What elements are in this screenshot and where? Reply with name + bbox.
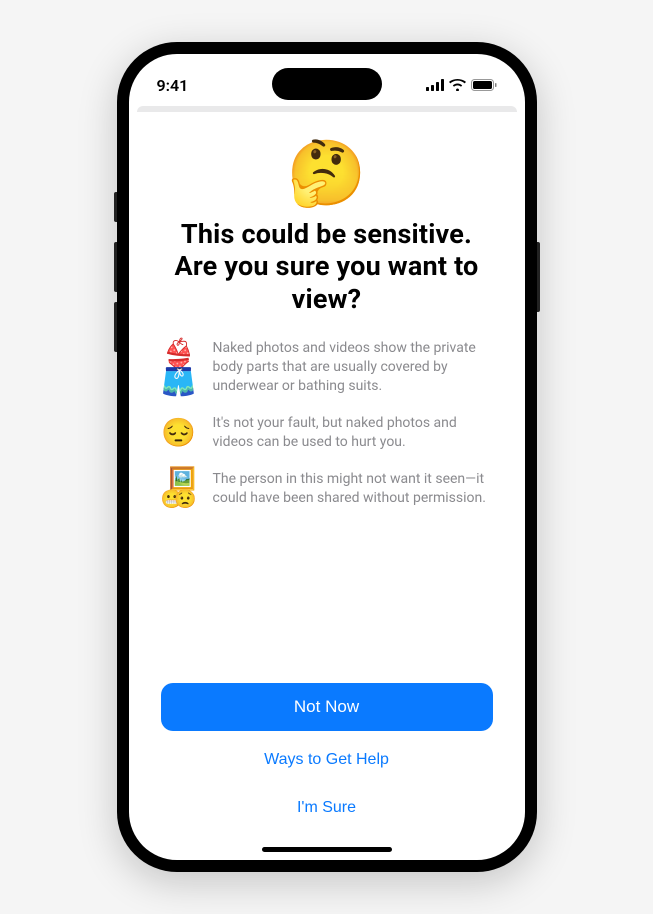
status-right — [426, 76, 497, 95]
info-item: 😔 It's not your fault, but naked photos … — [161, 414, 493, 452]
info-text: Naked photos and videos show the private… — [213, 339, 493, 396]
picture-worried-icon: 🖼️ 😬 😟 — [161, 471, 197, 507]
clothing-icon: 👙🩳 — [161, 340, 197, 396]
info-item: 🖼️ 😬 😟 The person in this might not want… — [161, 470, 493, 508]
thinking-face-icon: 🤔 — [287, 142, 367, 206]
info-text: It's not your fault, but naked photos an… — [213, 414, 493, 452]
phone-frame: 9:41 🤔 This could be sensitive. Are you … — [117, 42, 537, 872]
battery-icon — [471, 76, 497, 95]
info-list: 👙🩳 Naked photos and videos show the priv… — [161, 339, 493, 507]
info-item: 👙🩳 Naked photos and videos show the priv… — [161, 339, 493, 396]
modal-content: 🤔 This could be sensitive. Are you sure … — [129, 112, 525, 655]
screen: 9:41 🤔 This could be sensitive. Are you … — [129, 54, 525, 860]
not-now-button[interactable]: Not Now — [161, 683, 493, 731]
ways-to-get-help-button[interactable]: Ways to Get Help — [161, 741, 493, 779]
modal-footer: Not Now Ways to Get Help I'm Sure — [129, 655, 525, 841]
sad-face-icon: 😔 — [161, 419, 197, 447]
modal-title: This could be sensitive. Are you sure yo… — [161, 218, 493, 315]
wifi-icon — [449, 76, 466, 95]
cellular-icon — [426, 76, 444, 95]
status-time: 9:41 — [157, 76, 189, 95]
dynamic-island — [272, 68, 382, 100]
home-indicator[interactable] — [262, 847, 392, 852]
info-text: The person in this might not want it see… — [213, 470, 493, 508]
im-sure-button[interactable]: I'm Sure — [161, 789, 493, 827]
